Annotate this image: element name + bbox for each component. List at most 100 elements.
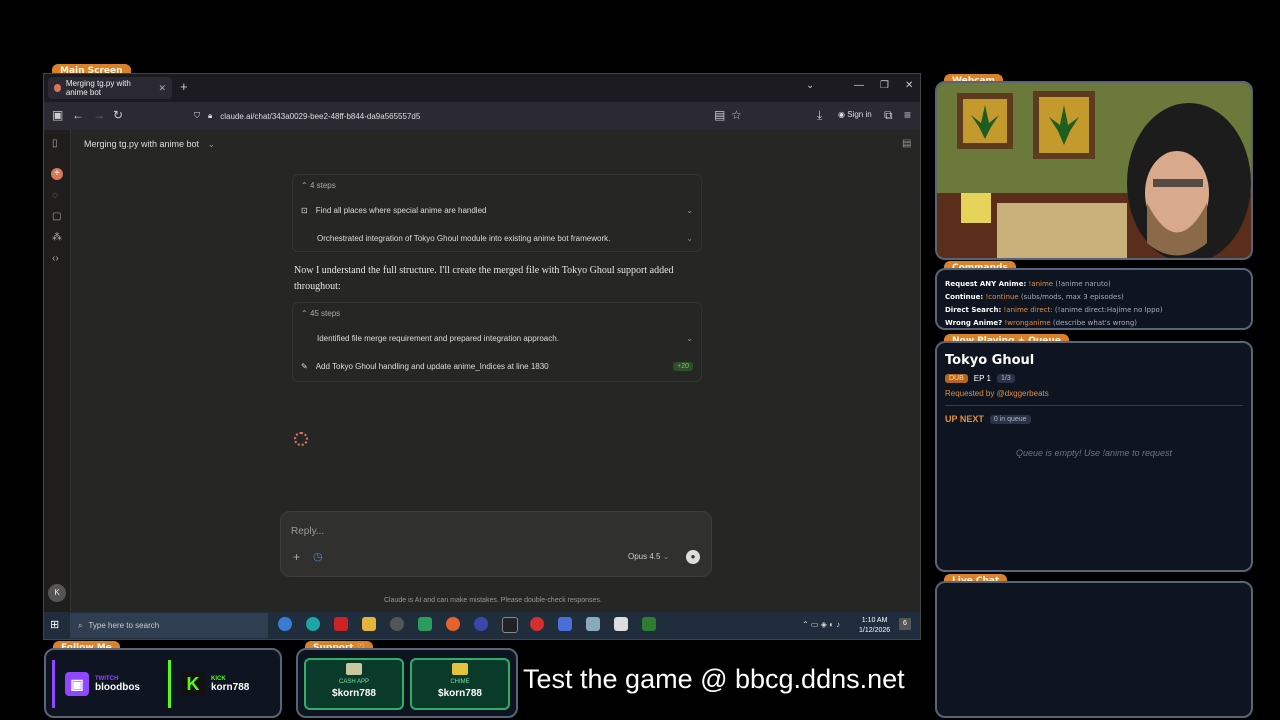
app-icon[interactable] [418,617,432,631]
avatar[interactable]: K [48,584,66,602]
extensions-icon[interactable]: ⧉ [884,108,893,123]
kick-link[interactable]: K KICK korn788 [168,660,278,708]
follow-me-panel: ▣ TWITCH bloodbos K KICK korn788 [44,648,282,718]
code-icon[interactable]: ‹› [52,253,59,264]
pencil-icon: ✎ [301,361,308,371]
new-tab-icon[interactable]: + [180,79,188,94]
add-attachment-icon[interactable]: + [293,550,300,564]
bookmark-star-icon[interactable]: ☆ [731,108,742,122]
sidebar-toggle-icon[interactable]: ▣ [52,108,63,122]
episode-progress: 1/3 [996,374,1015,383]
twitch-icon: ▣ [65,672,89,696]
app-icon[interactable] [334,617,348,631]
projects-icon[interactable]: ▢ [52,211,61,222]
now-playing-panel: Tokyo Ghoul DUB EP 1 1/3 Requested by @d… [935,341,1253,572]
close-tab-icon[interactable]: ✕ [158,83,166,94]
stop-button[interactable]: ● [686,550,700,564]
terminal-icon[interactable] [502,617,518,633]
cash-icon [346,663,362,675]
step-row[interactable]: Identified file merge requirement and pr… [293,324,701,352]
address-bar[interactable]: ⛉ 🔒︎ claude.ai/chat/343a0029-bee2-48ff-b… [194,106,734,126]
reload-icon[interactable]: ↻ [113,108,123,122]
url-text: claude.ai/chat/343a0029-bee2-48ff-b844-d… [220,111,421,121]
command-line: Direct Search: !anime direct: (!anime di… [945,306,1163,314]
close-window-icon[interactable]: ✕ [905,80,913,91]
claude-page: ▯ + ◌ ▢ ⁂ ‹› K Merging tg.py with anime … [44,130,920,639]
taskbar-clock[interactable]: 1:10 AM 1/12/2026 [859,616,890,636]
assistant-message: Now I understand the full structure. I'l… [294,265,674,292]
menu-icon[interactable]: ≡ [904,108,911,122]
reader-icon[interactable]: ▤ [714,108,725,122]
windows-taskbar: ⊞ ⌕ Type here to search ⌃ ▭ ◈ ◐ ♪ 1:10 A… [44,612,920,639]
queue-count: 0 in queue [989,414,1031,424]
restore-icon[interactable]: ❐ [880,80,889,91]
step-row[interactable]: ⊡ Find all places where special anime ar… [293,196,701,224]
kick-icon: K [181,672,205,696]
chats-icon[interactable]: ◌ [52,190,58,201]
chrome-icon[interactable] [278,617,292,631]
media-player-icon[interactable] [474,617,488,631]
support-panel: CASH APP $korn788 CHIME $korn788 [296,648,518,718]
diff-badge: +20 [673,361,693,371]
twitch-link[interactable]: ▣ TWITCH bloodbos [52,660,164,708]
divider [945,405,1243,406]
search-icon: ⌕ [78,620,83,630]
notification-icon[interactable]: 6 [899,618,911,630]
model-selector[interactable]: Opus 4.5 ⌄ [628,552,669,561]
tab-list-icon[interactable]: ⌄ [806,80,814,91]
forward-icon[interactable]: → [93,108,105,122]
system-tray[interactable]: ⌃ ▭ ◈ ◐ ♪ [802,620,840,629]
command-line: Wrong Anime? !wronganime (describe what'… [945,319,1137,327]
command-line: Request ANY Anime: !anime (!anime naruto… [945,280,1111,288]
step-row[interactable]: Orchestrated integration of Tokyo Ghoul … [293,224,701,252]
reply-input[interactable]: Reply... [291,526,324,537]
minimize-icon[interactable]: — [854,80,864,91]
chevron-down-icon: ⌄ [686,205,693,215]
sign-in-button[interactable]: ◉ Sign in [838,110,872,119]
chevron-up-icon: ⌃ [301,181,308,190]
windows-start-icon[interactable]: ⊞ [50,618,59,631]
disclaimer: Claude is AI and can make mistakes. Plea… [384,597,602,604]
chevron-up-icon: ⌃ [301,309,308,318]
chime-card[interactable]: CHIME $korn788 [410,658,510,710]
steps-group-1-header[interactable]: ⌃ 4 steps [293,175,701,196]
browser-window: Merging tg.py with anime bot ✕ + ⌄ — ❐ ✕… [43,73,921,640]
steps-group-2-header[interactable]: ⌃ 45 steps [293,303,701,324]
notepad-icon[interactable] [614,617,628,631]
image-icon: ⊡ [301,205,308,215]
steps-group-2: ⌃ 45 steps Identified file merge require… [292,302,702,382]
left-sidebar: ▯ + ◌ ▢ ⁂ ‹› K [44,130,71,639]
promo-text: Test the game @ bbcg.ddns.net [523,664,905,694]
taskbar-search[interactable]: ⌕ Type here to search [70,613,268,638]
file-explorer-icon[interactable] [362,617,376,631]
new-chat-icon[interactable]: + [51,168,63,180]
live-chat-panel [935,581,1253,718]
chevron-down-icon: ⌄ [207,139,216,149]
app-icon[interactable] [586,617,600,631]
artifacts-icon[interactable]: ⁂ [52,232,62,243]
obs-icon[interactable] [390,617,404,631]
chat-title-text: Merging tg.py with anime bot [84,139,200,149]
excel-icon[interactable] [642,617,656,631]
extended-thinking-icon[interactable]: ◷ [313,550,323,563]
back-icon[interactable]: ← [72,108,84,122]
up-next-header: UP NEXT 0 in queue [945,414,1031,424]
edge-icon[interactable] [306,617,320,631]
firefox-icon[interactable] [446,617,460,631]
reply-box[interactable]: Reply... + ◷ Opus 4.5 ⌄ ● [280,511,712,577]
tab-bar: Merging tg.py with anime bot ✕ + ⌄ — ❐ ✕ [44,74,920,102]
app-icon[interactable] [530,617,544,631]
document-icon[interactable]: ▤ [902,138,911,149]
download-icon[interactable]: ⤓ [817,108,822,123]
sidebar-expand-icon[interactable]: ▯ [52,138,58,149]
dub-badge: DUB [945,374,968,383]
command-line: Continue: !continue (subs/mods, max 3 ep… [945,293,1124,301]
now-playing-title: Tokyo Ghoul [945,353,1035,368]
shield-icon: ⛉ [194,111,200,120]
browser-tab[interactable]: Merging tg.py with anime bot ✕ [48,77,172,99]
step-row[interactable]: ✎ Add Tokyo Ghoul handling and update an… [293,352,701,380]
cash-app-card[interactable]: CASH APP $korn788 [304,658,404,710]
app-icon[interactable] [558,617,572,631]
webcam-feed [935,81,1253,260]
chat-title[interactable]: Merging tg.py with anime bot ⌄ [84,139,215,150]
